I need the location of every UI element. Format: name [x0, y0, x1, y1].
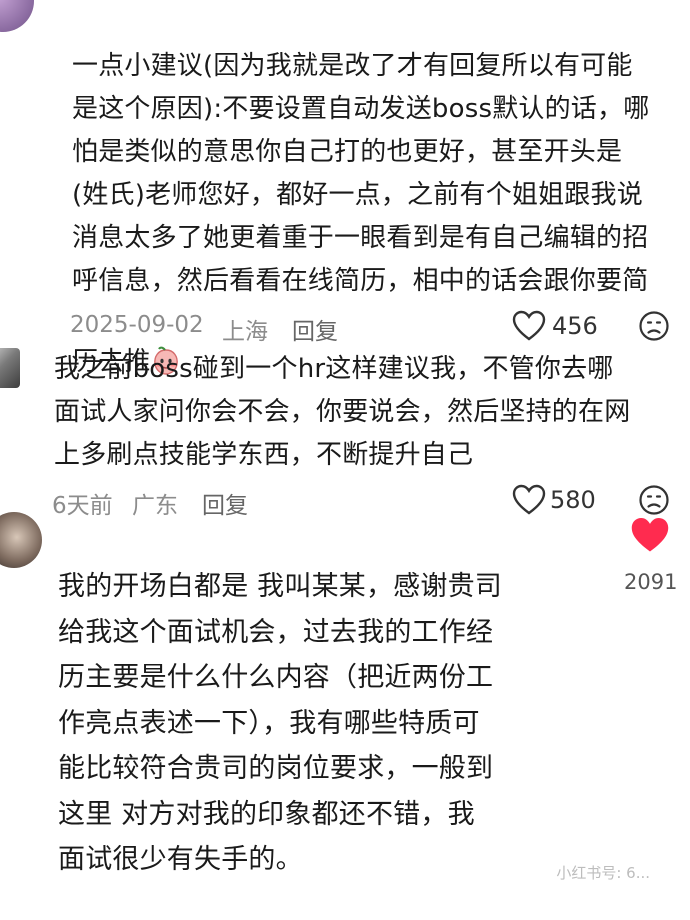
like-count: 2091 [624, 570, 678, 594]
avatar[interactable] [0, 512, 42, 568]
comment-date: 2025-09-02 [70, 312, 204, 338]
avatar[interactable] [0, 348, 20, 388]
heart-filled-icon[interactable] [630, 516, 670, 554]
heart-outline-icon[interactable] [512, 310, 546, 342]
unhappy-face-icon[interactable] [638, 310, 670, 342]
like-count: 456 [552, 312, 598, 340]
comment-text: 我的开场白都是 我叫某某，感谢贵司 给我这个面试机会，过去我的工作经 历主要是什… [58, 571, 502, 875]
comment-text: 我之前boss碰到一个hr这样建议我，不管你去哪 面试人家问你会不会，你要说会，… [54, 354, 631, 470]
comment-location: 广东 [132, 493, 178, 519]
reply-button[interactable]: 回复 [202, 486, 248, 520]
like-count: 580 [550, 486, 596, 514]
watermark: 小红书号: 6... [556, 864, 650, 882]
reply-button[interactable]: 回复 [292, 312, 338, 346]
heart-outline-icon[interactable] [512, 484, 546, 516]
unhappy-face-icon[interactable] [638, 484, 670, 516]
comment-location: 上海 [222, 319, 268, 345]
comment-date: 6天前 [52, 493, 113, 519]
avatar[interactable] [0, 0, 34, 32]
